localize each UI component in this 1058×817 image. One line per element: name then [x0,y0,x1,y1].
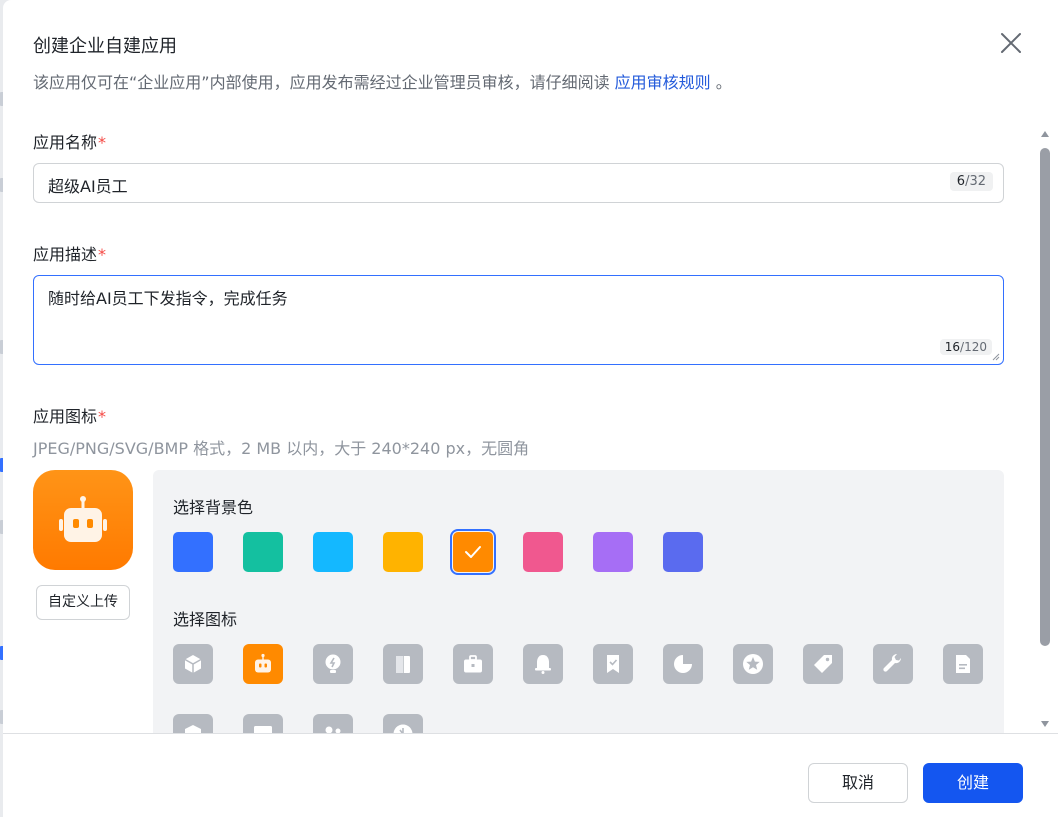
required-mark: * [98,133,107,152]
app-description-textarea[interactable]: 随时给AI员工下发指令，完成任务 16/120 [33,275,1004,365]
vertical-scrollbar[interactable] [1038,128,1052,730]
icon-option-document[interactable] [943,644,983,684]
icon-option-people[interactable] [313,714,353,733]
app-icon-label-text: 应用图标 [33,407,98,426]
shield-icon [185,725,201,733]
color-swatch-indigo[interactable] [663,532,703,572]
required-mark: * [98,245,107,264]
color-swatch-pink[interactable] [523,532,563,572]
app-description-value: 随时给AI员工下发指令，完成任务 [48,289,288,308]
cancel-button[interactable]: 取消 [808,763,908,803]
app-name-char-count: 6 [956,174,966,189]
color-swatch-yellow[interactable] [383,532,423,572]
icon-option-gauge[interactable] [383,714,423,733]
gauge-icon [393,724,413,733]
close-icon [1001,33,1021,53]
icon-option-bell[interactable] [523,644,563,684]
bookmark-check-icon [607,655,619,673]
app-description-char-count: 16 [944,340,961,354]
briefcase-icon [464,655,482,673]
app-description-label: 应用描述* [33,241,106,265]
pie-chart-icon [674,655,692,673]
icon-option-cube[interactable] [173,644,213,684]
icon-option-pie-chart[interactable] [663,644,703,684]
color-swatch-blue[interactable] [173,532,213,572]
tag-icon [814,655,832,673]
icon-option-tag[interactable] [803,644,843,684]
app-name-input[interactable]: 超级AI员工 6/32 [33,163,1004,203]
icon-picker-panel: 选择背景色 选择图标 [153,470,1004,733]
check-icon [465,546,481,558]
subtitle-suffix: 。 [710,73,732,92]
app-name-label: 应用名称* [33,129,106,153]
icon-option-bookmark[interactable] [593,644,633,684]
footer-divider [3,733,1058,734]
dialog-body: 应用名称* 超级AI员工 6/32 应用描述* 随时给AI员工下发指令，完成任务… [3,110,1058,733]
people-icon [325,726,341,733]
door-icon [396,656,410,673]
icon-option-door[interactable] [383,644,423,684]
scroll-up-arrow-icon[interactable] [1040,130,1050,138]
app-description-char-max: /120 [960,340,987,354]
icon-select-title: 选择图标 [173,610,238,629]
icon-option-lightbulb[interactable] [313,644,353,684]
wrench-icon [883,653,902,672]
app-icon-preview [33,470,133,570]
review-rules-link[interactable]: 应用审核规则 [615,73,711,92]
app-name-label-text: 应用名称 [33,133,98,152]
create-button[interactable]: 创建 [923,763,1023,803]
color-swatch-sky[interactable] [313,532,353,572]
icon-option-wrench[interactable] [873,644,913,684]
app-description-label-text: 应用描述 [33,245,98,264]
app-description-char-counter: 16/120 [939,339,992,355]
background-color-title: 选择背景色 [173,498,254,517]
bell-icon [535,655,551,674]
app-name-char-counter: 6/32 [949,172,993,191]
icon-option-shield[interactable] [173,714,213,733]
custom-upload-button[interactable]: 自定义上传 [36,585,130,620]
subtitle-text: 该应用仅可在“企业应用”内部使用，应用发布需经过企业管理员审核，请仔细阅读 [33,73,615,92]
monitor-icon [254,726,272,733]
document-icon [956,655,970,673]
robot-icon [59,496,107,542]
app-name-char-max: /32 [965,174,986,189]
app-icon-hint: JPEG/PNG/SVG/BMP 格式，2 MB 以内，大于 240*240 p… [33,439,530,458]
dialog-subtitle: 该应用仅可在“企业应用”内部使用，应用发布需经过企业管理员审核，请仔细阅读 应用… [33,69,732,93]
scroll-down-arrow-icon[interactable] [1040,720,1050,728]
icon-option-monitor[interactable] [243,714,283,733]
color-swatch-teal[interactable] [243,532,283,572]
robot-icon [255,653,271,673]
icon-option-star[interactable] [733,644,773,684]
app-icon-label: 应用图标* [33,403,106,427]
lightbulb-icon [325,654,341,673]
required-mark: * [98,407,107,426]
color-swatch-orange[interactable] [450,529,496,575]
color-swatch-purple[interactable] [593,532,633,572]
scrollbar-thumb[interactable] [1040,148,1050,646]
cube-icon [184,655,202,673]
icon-option-robot[interactable] [243,644,283,684]
star-icon [743,654,763,674]
resize-handle-icon[interactable] [991,352,1000,361]
app-name-value: 超级AI员工 [48,177,128,196]
icon-option-briefcase[interactable] [453,644,493,684]
dialog-title: 创建企业自建应用 [33,36,177,57]
create-app-dialog: 创建企业自建应用 该应用仅可在“企业应用”内部使用，应用发布需经过企业管理员审核… [3,0,1058,817]
close-button[interactable] [998,30,1024,56]
